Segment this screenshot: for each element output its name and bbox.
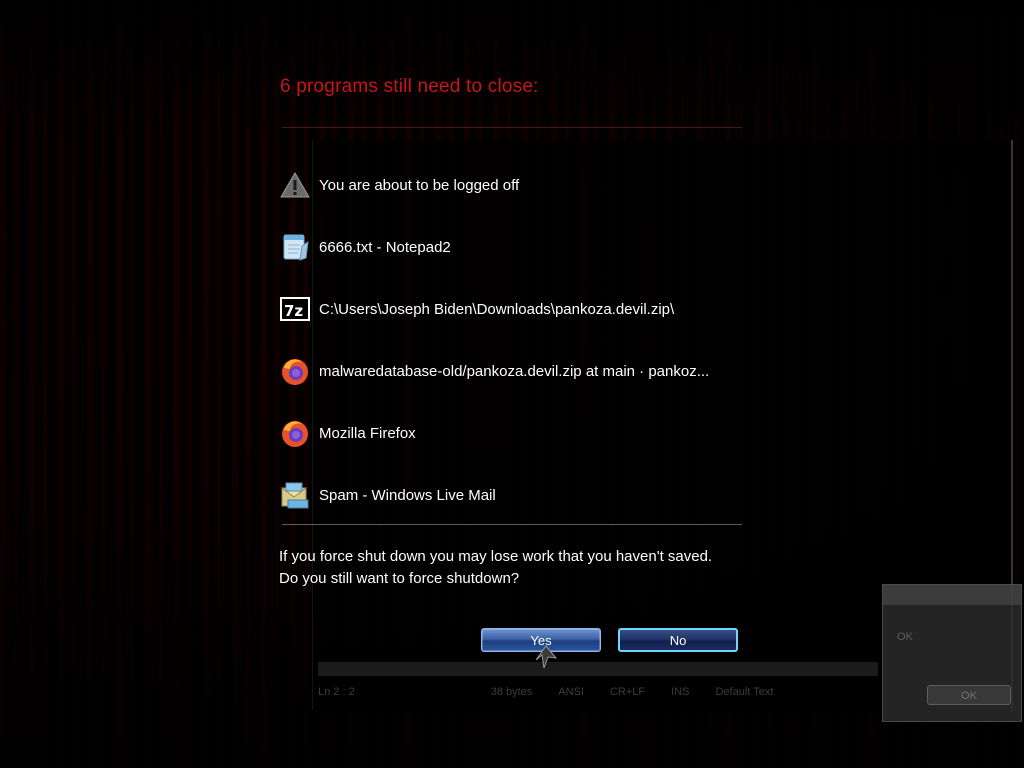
list-item: Mozilla Firefox bbox=[280, 402, 750, 464]
list-item: You are about to be logged off bbox=[280, 154, 750, 216]
status-line-ending: CR+LF bbox=[609, 686, 646, 698]
notepad-icon bbox=[280, 232, 310, 262]
program-label: C:\Users\Joseph Biden\Downloads\pankoza.… bbox=[319, 300, 675, 318]
background-status-bar: Ln 2 : 2 38 bytes ANSI CR+LF INS Default… bbox=[318, 683, 878, 701]
program-label: malwaredatabase-old/pankoza.devil.zip at… bbox=[319, 362, 710, 380]
no-button[interactable]: No bbox=[618, 628, 738, 652]
message-line: Do you still want to force shutdown? bbox=[279, 570, 520, 587]
status-insert-mode: INS bbox=[671, 686, 690, 698]
firefox-icon bbox=[280, 356, 310, 386]
list-item: 6666.txt - Notepad2 bbox=[280, 216, 750, 278]
status-scheme: Default Text bbox=[715, 686, 774, 698]
background-horizontal-scrollbar bbox=[318, 662, 878, 676]
list-item: malwaredatabase-old/pankoza.devil.zip at… bbox=[280, 340, 750, 402]
program-label: Spam - Windows Live Mail bbox=[319, 486, 496, 504]
program-label: 6666.txt - Notepad2 bbox=[319, 238, 451, 256]
status-size: 38 bytes bbox=[490, 686, 533, 698]
background-message-box-titlebar bbox=[883, 585, 1021, 605]
windows-live-mail-icon bbox=[280, 480, 310, 510]
mouse-cursor-icon bbox=[535, 645, 558, 669]
status-encoding: ANSI bbox=[558, 686, 584, 698]
screen: Ln 2 : 2 38 bytes ANSI CR+LF INS Default… bbox=[0, 0, 1024, 768]
background-message-box-text: OK bbox=[897, 631, 913, 643]
background-message-box-ok-button[interactable]: OK bbox=[927, 685, 1011, 705]
list-item: 7z C:\Users\Joseph Biden\Downloads\panko… bbox=[280, 278, 750, 340]
programs-to-close-heading: 6 programs still need to close: bbox=[280, 76, 539, 97]
background-message-box: OK OK bbox=[882, 584, 1022, 722]
list-item: Spam - Windows Live Mail bbox=[280, 464, 750, 526]
status-position: Ln 2 : 2 bbox=[318, 686, 355, 698]
heading-divider bbox=[282, 127, 742, 128]
7zip-icon: 7z bbox=[280, 294, 310, 324]
message-line: If you force shut down you may lose work… bbox=[279, 548, 713, 565]
program-list: You are about to be logged off 6666.txt … bbox=[280, 154, 750, 526]
svg-text:7z: 7z bbox=[284, 302, 303, 320]
program-label: You are about to be logged off bbox=[319, 176, 520, 194]
warning-icon bbox=[280, 170, 310, 200]
firefox-icon bbox=[280, 418, 310, 448]
force-shutdown-message: If you force shut down you may lose work… bbox=[279, 546, 712, 590]
program-label: Mozilla Firefox bbox=[319, 424, 416, 442]
message-divider bbox=[282, 524, 742, 525]
